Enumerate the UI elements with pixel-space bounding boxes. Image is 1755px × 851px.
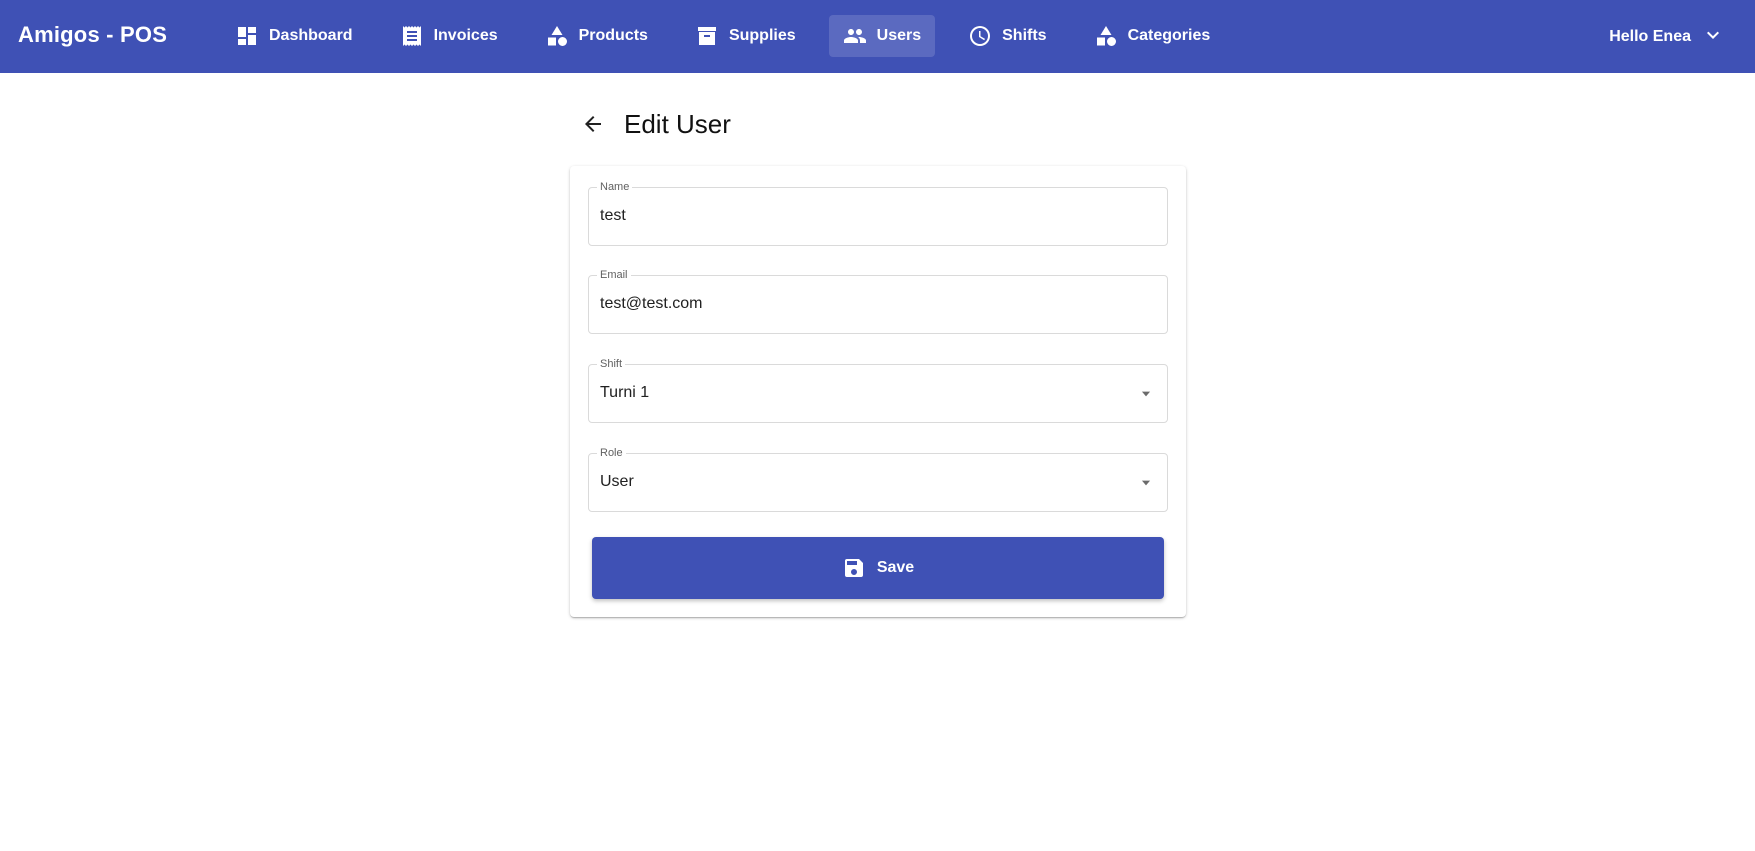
nav-item-dashboard[interactable]: Dashboard <box>221 15 367 57</box>
role-label: Role <box>597 447 626 459</box>
role-select[interactable]: Role User <box>588 447 1168 512</box>
nav-item-shifts[interactable]: Shifts <box>954 15 1060 57</box>
chevron-down-icon <box>1691 23 1725 52</box>
archive-box-icon <box>695 24 719 48</box>
shift-label: Shift <box>597 358 626 370</box>
nav-item-supplies[interactable]: Supplies <box>681 15 810 57</box>
dashboard-icon <box>235 24 259 48</box>
back-button[interactable] <box>578 109 608 139</box>
nav-item-label: Products <box>578 27 648 44</box>
save-floppy-icon <box>844 559 863 577</box>
email-label: Email <box>597 269 631 281</box>
nav-item-label: Categories <box>1127 27 1211 44</box>
nav-item-label: Users <box>876 27 922 44</box>
save-button[interactable]: Save <box>592 537 1164 599</box>
dropdown-arrow-icon <box>1139 387 1153 401</box>
shift-selected-value: Turni 1 <box>600 384 650 401</box>
top-app-bar: Amigos - POS Dashboard Invoices Products… <box>0 0 1755 73</box>
page-title: Edit User <box>624 108 731 139</box>
nav-item-label: Invoices <box>433 27 498 44</box>
nav-item-products[interactable]: Products <box>531 15 662 57</box>
name-input[interactable] <box>600 207 1120 225</box>
nav-item-invoices[interactable]: Invoices <box>386 15 512 57</box>
receipt-icon <box>400 24 424 48</box>
user-menu[interactable]: Hello Enea <box>1609 20 1725 54</box>
nav-item-label: Supplies <box>728 27 796 44</box>
name-field: Name <box>588 181 1168 246</box>
category-shapes-icon <box>545 24 569 48</box>
dropdown-arrow-icon <box>1139 476 1153 490</box>
nav-item-users[interactable]: Users <box>828 15 936 57</box>
app-title: Amigos - POS <box>18 22 168 47</box>
people-icon <box>843 24 867 48</box>
edit-user-form-card: Name Email Shift Turni 1 Role User Save <box>570 166 1186 617</box>
user-greeting: Hello Enea <box>1609 28 1691 45</box>
name-label: Name <box>597 181 633 193</box>
clock-icon <box>968 24 992 48</box>
nav-item-label: Shifts <box>1002 27 1047 44</box>
role-selected-value: User <box>600 473 634 490</box>
shift-select[interactable]: Shift Turni 1 <box>588 358 1168 423</box>
page-header: Edit User <box>578 104 731 144</box>
save-button-label: Save <box>876 559 915 576</box>
arrow-back-icon <box>585 116 601 132</box>
category-shapes-icon <box>1094 24 1118 48</box>
main-nav: Dashboard Invoices Products Supplies Use… <box>221 15 1243 57</box>
nav-item-categories[interactable]: Categories <box>1080 15 1225 57</box>
email-field: Email <box>588 269 1168 334</box>
nav-item-label: Dashboard <box>269 27 353 44</box>
email-input[interactable] <box>600 295 1120 313</box>
